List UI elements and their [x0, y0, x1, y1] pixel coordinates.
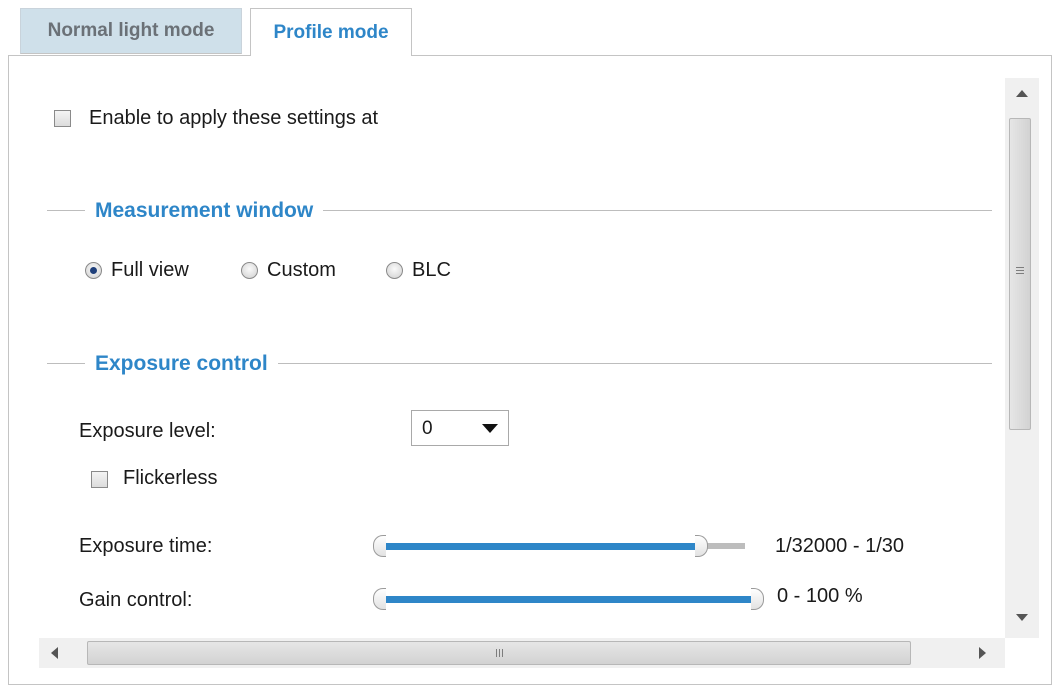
radio-custom[interactable] — [241, 262, 258, 279]
horizontal-scroll-thumb[interactable] — [87, 641, 911, 665]
exposure-time-min-handle[interactable] — [373, 535, 386, 557]
gain-control-slider-fill[interactable] — [385, 596, 751, 603]
radio-blc-label: BLC — [412, 259, 451, 281]
gain-control-max-handle[interactable] — [751, 588, 764, 610]
scroll-left-icon[interactable] — [51, 647, 58, 659]
radio-full-view-label: Full view — [111, 259, 189, 281]
vertical-scrollbar[interactable] — [1005, 78, 1039, 638]
gain-control-min-handle[interactable] — [373, 588, 386, 610]
grip-icon — [499, 649, 500, 657]
exposure-time-label: Exposure time: — [79, 535, 213, 557]
radio-blc[interactable] — [386, 262, 403, 279]
flickerless-checkbox[interactable] — [91, 471, 108, 488]
exposure-time-range: 1/32000 - 1/30 — [775, 535, 904, 557]
scroll-up-icon[interactable] — [1016, 90, 1028, 97]
grip-icon — [1016, 270, 1024, 271]
tab-normal-light-mode[interactable]: Normal light mode — [20, 8, 242, 54]
exposure-level-label: Exposure level: — [79, 420, 216, 442]
tab-profile-mode-label: Profile mode — [273, 21, 389, 43]
chevron-down-icon — [482, 424, 498, 433]
profile-mode-panel: Enable to apply these settings at Measur… — [8, 55, 1052, 685]
enable-checkbox[interactable] — [54, 110, 71, 127]
vertical-scroll-thumb[interactable] — [1009, 118, 1031, 430]
exposure-level-value: 0 — [422, 418, 433, 439]
scroll-right-icon[interactable] — [979, 647, 986, 659]
gain-control-range: 0 - 100 % — [777, 585, 863, 607]
radio-full-view[interactable] — [85, 262, 102, 279]
tab-normal-light-mode-label: Normal light mode — [47, 20, 215, 41]
gain-control-label: Gain control: — [79, 589, 193, 611]
grip-icon — [1016, 267, 1024, 268]
grip-icon — [1016, 273, 1024, 274]
tab-profile-mode[interactable]: Profile mode — [250, 8, 412, 56]
exposure-level-select[interactable]: 0 — [411, 410, 509, 446]
measurement-window-title: Measurement window — [85, 199, 324, 223]
exposure-time-max-handle[interactable] — [695, 535, 708, 557]
exposure-time-slider-fill — [385, 543, 695, 550]
radio-custom-label: Custom — [267, 259, 336, 281]
flickerless-label: Flickerless — [123, 467, 218, 489]
enable-label: Enable to apply these settings at — [89, 107, 379, 129]
exposure-control-title: Exposure control — [85, 352, 278, 376]
grip-icon — [496, 649, 497, 657]
scroll-down-icon[interactable] — [1016, 614, 1028, 621]
grip-icon — [502, 649, 503, 657]
